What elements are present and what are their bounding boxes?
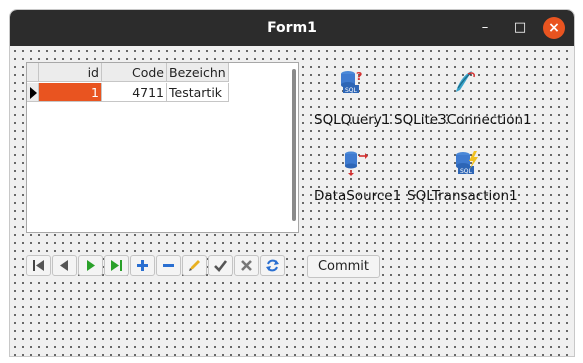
- cell-id[interactable]: 1: [39, 83, 102, 102]
- refresh-button[interactable]: [260, 255, 285, 276]
- post-record-icon: [214, 260, 228, 272]
- cell-code[interactable]: 4711: [102, 83, 167, 102]
- first-record-icon: [33, 260, 44, 271]
- edit-record-button[interactable]: [182, 255, 207, 276]
- column-header-bezeichnung[interactable]: Bezeichn: [167, 63, 229, 82]
- delete-record-button[interactable]: [156, 255, 181, 276]
- sqlquery-icon[interactable]: SQL ?: [337, 68, 365, 96]
- cancel-record-icon: [241, 260, 252, 271]
- db-grid[interactable]: id Code Bezeichn 1 4711 Testartik: [26, 62, 299, 233]
- first-record-button[interactable]: [26, 255, 51, 276]
- vertical-scrollbar[interactable]: [292, 69, 296, 221]
- column-header-id[interactable]: id: [39, 63, 102, 82]
- form-window: Form1 – □ × id Code Bezeichn 1 4711 Test…: [9, 9, 575, 357]
- insert-record-icon: [137, 260, 148, 271]
- column-header-code[interactable]: Code: [102, 63, 167, 82]
- grid-indicator-header: [27, 63, 39, 82]
- cancel-record-button[interactable]: [234, 255, 259, 276]
- minimize-button[interactable]: –: [474, 17, 496, 39]
- delete-record-icon: [163, 264, 174, 267]
- form-design-surface[interactable]: id Code Bezeichn 1 4711 Testartik Commit…: [10, 46, 574, 356]
- last-record-icon: [111, 260, 122, 271]
- svg-text:SQL: SQL: [460, 168, 473, 175]
- refresh-icon: [266, 259, 279, 272]
- row-indicator: [27, 83, 39, 102]
- db-navigator: [26, 255, 286, 276]
- edit-record-icon: [189, 260, 200, 271]
- prior-record-button[interactable]: [52, 255, 77, 276]
- maximize-button[interactable]: □: [509, 17, 531, 39]
- title-bar[interactable]: Form1 – □ ×: [10, 10, 574, 46]
- svg-text:?: ?: [356, 70, 362, 83]
- datasource-label: DataSource1: [314, 188, 402, 204]
- next-record-icon: [87, 260, 95, 271]
- sql-transaction-label: SQLTransaction1: [407, 188, 518, 204]
- post-record-button[interactable]: [208, 255, 233, 276]
- insert-record-button[interactable]: [130, 255, 155, 276]
- datasource-icon[interactable]: [341, 149, 369, 177]
- prior-record-icon: [60, 260, 68, 271]
- next-record-button[interactable]: [78, 255, 103, 276]
- sqlite-connection-icon[interactable]: [450, 68, 478, 96]
- sql-transaction-icon[interactable]: SQL: [452, 149, 480, 177]
- cell-bezeichnung[interactable]: Testartik: [167, 83, 229, 102]
- sqlquery-label: SQLQuery1: [314, 112, 391, 128]
- grid-header-row: id Code Bezeichn: [27, 63, 229, 83]
- sqlite-connection-label: SQLite3Connection1: [394, 112, 532, 128]
- commit-button[interactable]: Commit: [307, 255, 380, 278]
- svg-text:SQL: SQL: [345, 87, 358, 94]
- last-record-button[interactable]: [104, 255, 129, 276]
- table-row[interactable]: 1 4711 Testartik: [27, 83, 229, 103]
- close-button[interactable]: ×: [543, 17, 565, 39]
- current-row-arrow-icon: [30, 87, 37, 99]
